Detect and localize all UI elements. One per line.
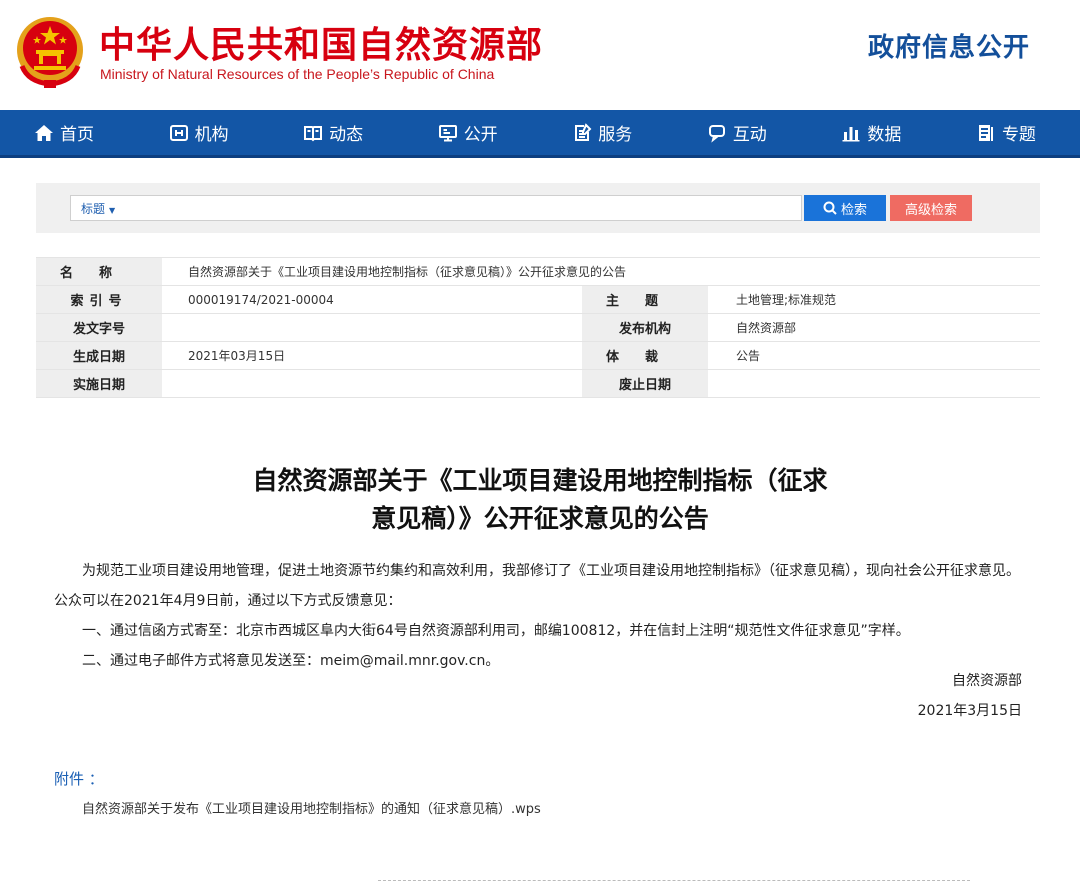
nav-label: 公开 (463, 125, 498, 145)
nav-item-topic[interactable]: 专题 (976, 110, 1036, 155)
news-icon (304, 125, 323, 141)
table-row: 名称 自然资源部关于《工业项目建设用地控制指标（征求意见稿）》公开征求意见的公告 (36, 257, 1040, 286)
topic-label: 主题 (582, 285, 708, 314)
expire-date-value (708, 369, 1040, 398)
national-emblem-icon[interactable] (14, 14, 86, 90)
expire-date-label: 废止日期 (582, 369, 708, 398)
search-icon (823, 201, 837, 215)
nav-label: 数据 (867, 125, 902, 145)
article-body: 为规范工业项目建设用地管理，促进土地资源节约集约和高效利用，我部修订了《工业项目… (54, 556, 1030, 676)
publisher-value: 自然资源部 (708, 313, 1040, 342)
nav-label: 专题 (1001, 125, 1036, 145)
nav-label: 首页 (60, 125, 94, 145)
nav-item-public[interactable]: 公开 (438, 110, 498, 155)
nav-item-interact[interactable]: 互动 (707, 110, 767, 155)
search-field-select[interactable]: 标题 ▼ (71, 200, 129, 217)
nav-label: 互动 (732, 125, 767, 145)
attachment-label: 附件 ： (54, 770, 104, 788)
search-button-label: 检索 (840, 201, 867, 217)
nav-item-organization[interactable]: 机构 (169, 110, 229, 155)
nav-label: 服务 (598, 125, 633, 145)
search-box: 标题 ▼ (70, 195, 802, 221)
table-row: 生成日期 2021年03月15日 体裁 公告 (36, 341, 1040, 370)
monitor-icon (438, 124, 457, 141)
name-label: 名称 (36, 257, 162, 286)
nav-label: 动态 (329, 125, 364, 145)
article-title-line2: 意见稿）》公开征求意见的公告 (371, 504, 709, 533)
search-input[interactable] (129, 196, 801, 220)
organization-icon (169, 124, 188, 141)
nav-item-home[interactable]: 首页 (34, 110, 94, 155)
search-field-label: 标题 (81, 201, 106, 216)
site-subtitle: Ministry of Natural Resources of the Peo… (100, 66, 495, 82)
nav-item-news[interactable]: 动态 (303, 110, 363, 155)
table-row: 发文字号 发布机构 自然资源部 (36, 313, 1040, 342)
advanced-search-button[interactable]: 高级检索 (890, 195, 972, 221)
divider (378, 880, 970, 881)
genre-label: 体裁 (582, 341, 708, 370)
article-title-line1: 自然资源部关于《工业项目建设用地控制指标（征求 (252, 466, 828, 495)
article-paragraph: 二、通过电子邮件方式将意见发送至：meim@mail.mnr.gov.cn。 (82, 653, 500, 669)
document-info-table: 名称 自然资源部关于《工业项目建设用地控制指标（征求意见稿）》公开征求意见的公告… (36, 257, 1040, 398)
article-paragraph: 一、通过信函方式寄至：北京市西城区阜内大街64号自然资源部利用司，邮编10081… (82, 623, 910, 639)
effective-date-label: 实施日期 (36, 369, 162, 398)
doc-number-label: 发文字号 (36, 313, 162, 342)
table-row: 索引号 000019174/2021-00004 主题 土地管理;标准规范 (36, 285, 1040, 314)
index-label: 索引号 (36, 285, 162, 314)
name-value: 自然资源部关于《工业项目建设用地控制指标（征求意见稿）》公开征求意见的公告 (162, 257, 1040, 286)
signature-date: 2021年3月15日 (917, 703, 1022, 719)
nav-label: 机构 (194, 125, 229, 145)
attachment-link[interactable]: 自然资源部关于发布《工业项目建设用地控制指标》的通知（征求意见稿）.wps (82, 798, 541, 817)
chat-icon (708, 124, 725, 143)
search-bar: 标题 ▼ 检索 高级检索 (36, 183, 1040, 233)
caret-down-icon: ▼ (109, 205, 116, 215)
service-icon (575, 122, 592, 141)
table-row: 实施日期 废止日期 (36, 369, 1040, 398)
nav-item-data[interactable]: 数据 (841, 110, 901, 155)
publisher-label: 发布机构 (582, 313, 708, 342)
date-label: 生成日期 (36, 341, 162, 370)
topic-value: 土地管理;标准规范 (708, 285, 1040, 314)
date-value: 2021年03月15日 (162, 341, 582, 370)
home-icon (35, 124, 53, 141)
article-title: 自然资源部关于《工业项目建设用地控制指标（征求 意见稿）》公开征求意见的公告 (0, 462, 1080, 538)
genre-value: 公告 (708, 341, 1040, 370)
effective-date-value (162, 369, 582, 398)
doc-number-value (162, 313, 582, 342)
site-header: 中华人民共和国自然资源部 Ministry of Natural Resourc… (0, 0, 1080, 110)
search-button[interactable]: 检索 (804, 195, 886, 221)
site-title[interactable]: 中华人民共和国自然资源部 (99, 16, 543, 68)
topic-icon (978, 124, 993, 141)
index-value: 000019174/2021-00004 (162, 285, 582, 314)
article-paragraph: 为规范工业项目建设用地管理，促进土地资源节约集约和高效利用，我部修订了《工业项目… (54, 563, 1020, 609)
bar-chart-icon (842, 126, 860, 141)
signature-org: 自然资源部 (952, 673, 1022, 689)
nav-item-service[interactable]: 服务 (572, 110, 632, 155)
gov-info-title[interactable]: 政府信息公开 (868, 27, 1030, 64)
main-nav: 首页 机构 动态 公开 服务 互动 数据 专题 (0, 110, 1080, 158)
